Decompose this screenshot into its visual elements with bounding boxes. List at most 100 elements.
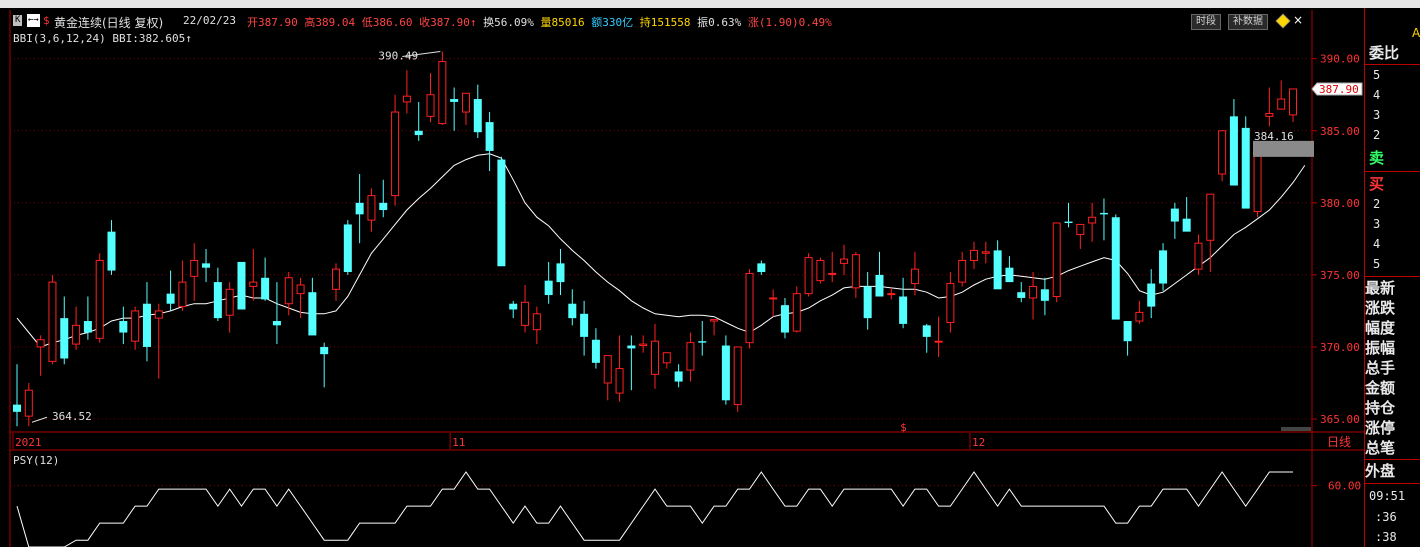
candle-body — [261, 277, 270, 300]
candle-body — [780, 305, 789, 333]
candle — [1170, 202, 1179, 239]
candle — [792, 286, 801, 333]
candle — [698, 321, 707, 356]
candle — [1123, 321, 1132, 356]
candle-body — [1229, 116, 1238, 186]
candle-body — [1111, 217, 1120, 320]
close-value: 387.90 — [430, 16, 470, 29]
candle-body — [296, 284, 305, 295]
candle-body — [414, 130, 423, 136]
bid-box — [1253, 140, 1314, 157]
candle-body — [142, 303, 151, 347]
candle-body — [461, 92, 470, 113]
candle-body — [1076, 223, 1085, 236]
candle — [1135, 300, 1144, 324]
tick-time-3: :38 — [1375, 530, 1397, 544]
candle-body — [284, 277, 293, 305]
field-latest: 最新 — [1365, 279, 1396, 297]
candle-body — [521, 301, 530, 326]
candle — [225, 282, 234, 333]
candle-body — [1052, 222, 1061, 298]
quote-strip: 开387.90 高389.04 低386.60 收387.90↑ 换56.09%… — [247, 14, 832, 30]
candle — [1206, 193, 1215, 273]
candle-body — [497, 159, 506, 267]
candle — [568, 289, 577, 326]
candle — [154, 303, 163, 379]
candle-body — [1170, 208, 1179, 222]
price-tick-label: 380.00 — [1320, 197, 1360, 210]
candle-body — [36, 339, 45, 348]
candle-body — [981, 251, 990, 254]
candle — [639, 335, 648, 353]
date-label: 2021 — [15, 436, 42, 449]
candle-body — [485, 122, 494, 151]
candle — [509, 300, 518, 319]
candle — [674, 364, 683, 388]
bbi-legend: BBI(3,6,12,24) BBI:382.605↑ — [13, 32, 192, 45]
field-total-volume: 总手 — [1365, 359, 1396, 377]
candle-body — [83, 321, 92, 333]
candle-body — [603, 355, 612, 384]
candle — [1099, 198, 1108, 241]
candle-body — [131, 310, 140, 342]
candle-body — [72, 324, 81, 345]
candle-body — [922, 325, 931, 337]
candle-body — [95, 259, 104, 339]
candle — [1194, 234, 1203, 275]
candle-body — [1253, 147, 1262, 212]
k-badge[interactable]: K — [13, 15, 23, 26]
candle — [733, 346, 742, 412]
candle-body — [721, 345, 730, 401]
hold-label: 持 — [639, 16, 651, 29]
candle-body — [1088, 216, 1097, 224]
fill-data-button[interactable]: 补数据 — [1228, 14, 1268, 30]
bbi-line — [16, 153, 1306, 348]
candle — [426, 73, 435, 123]
candle-body — [686, 342, 695, 371]
quote-date: 22/02/23 — [183, 14, 236, 27]
psy-tick-label: 60.00 — [1328, 480, 1361, 493]
candle — [485, 112, 494, 172]
period-button[interactable]: 时段 — [1191, 14, 1221, 30]
candle — [1289, 88, 1297, 123]
amp-value: 0.63% — [708, 16, 742, 29]
candle — [332, 263, 340, 301]
candle — [1265, 87, 1274, 127]
buy-level-2: 2 — [1373, 197, 1381, 211]
candle-body — [24, 389, 33, 417]
sell-level-3: 3 — [1373, 108, 1381, 122]
candle — [308, 277, 317, 336]
turnover-label: 换 — [483, 16, 495, 29]
candle-body — [651, 340, 659, 375]
candle — [721, 335, 730, 405]
period-label: 日线 — [1327, 435, 1351, 449]
psy-legend: PSY(12) — [13, 454, 60, 467]
candle-body — [1135, 311, 1144, 322]
candle-body — [154, 310, 163, 319]
candle — [769, 289, 778, 317]
candle-body — [875, 274, 884, 297]
candle — [780, 297, 789, 339]
buy-level-4: 4 — [1373, 237, 1381, 251]
candle — [1229, 99, 1238, 186]
candle-body — [591, 339, 600, 363]
candle-body — [958, 259, 967, 283]
candle-body — [1218, 130, 1227, 175]
candle — [261, 257, 270, 301]
candle-body — [190, 259, 199, 277]
price-tick-label: 365.00 — [1320, 413, 1360, 426]
chart-area: 390.00 385.00 380.00 375.00 370.00 365.00 390.… — [9, 10, 1364, 547]
candle — [24, 382, 33, 427]
candle — [710, 319, 719, 336]
candle-body — [225, 288, 234, 316]
candle — [603, 355, 612, 401]
candle — [591, 328, 600, 369]
candle — [1064, 202, 1073, 228]
close-icon[interactable]: × — [1293, 13, 1303, 27]
candle — [60, 296, 69, 365]
high-value: 389.04 — [315, 16, 356, 29]
nav-arrows[interactable]: ←→ — [27, 14, 40, 27]
candle-body — [343, 224, 352, 273]
candle — [686, 332, 695, 382]
candle-body — [473, 99, 482, 133]
